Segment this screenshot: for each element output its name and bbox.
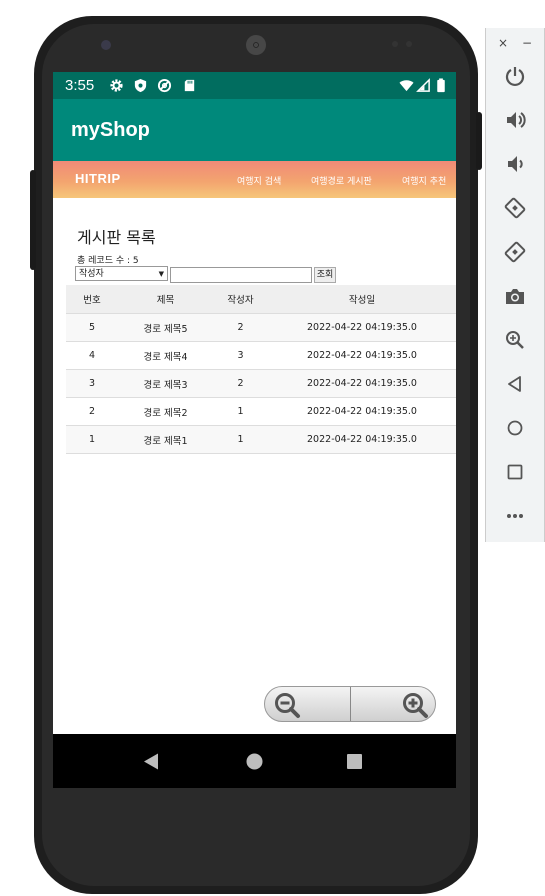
- rotate-right-icon[interactable]: [504, 241, 526, 263]
- settings-icon: [110, 79, 123, 92]
- cell-date: 2022-04-22 04:19:35.0: [268, 369, 456, 398]
- table-row[interactable]: 5 경로 제목5 2 2022-04-22 04:19:35.0: [66, 313, 456, 342]
- zoom-icon[interactable]: [504, 329, 526, 351]
- search-button[interactable]: 조회: [314, 267, 336, 283]
- column-header-number: 번호: [66, 285, 118, 314]
- proximity-sensor: [392, 41, 398, 47]
- cell-title[interactable]: 경로 제목3: [118, 369, 213, 398]
- cell-author: 3: [213, 341, 268, 370]
- nav-destination-search[interactable]: 여행지 검색: [237, 174, 281, 187]
- light-sensor: [406, 41, 412, 47]
- search-field-selected: 작성자: [79, 269, 104, 279]
- cell-number: 4: [66, 341, 118, 370]
- board-table: 번호 제목 작성자 작성일 5 경로 제목5 2 2022-04-22 04:1…: [66, 285, 456, 454]
- recents-icon[interactable]: [347, 754, 362, 769]
- cell-date: 2022-04-22 04:19:35.0: [268, 425, 456, 454]
- zoom-out-icon[interactable]: [273, 691, 301, 719]
- table-header-row: 번호 제목 작성자 작성일: [66, 285, 456, 314]
- zoom-in-icon[interactable]: [401, 691, 429, 719]
- android-nav-bar: [53, 734, 456, 788]
- shield-icon: [134, 78, 147, 93]
- cell-date: 2022-04-22 04:19:35.0: [268, 313, 456, 342]
- power-icon[interactable]: [504, 65, 526, 87]
- cell-date: 2022-04-22 04:19:35.0: [268, 341, 456, 370]
- camera-icon[interactable]: [504, 285, 526, 307]
- no-signal-icon: [157, 78, 172, 93]
- cell-author: 1: [213, 425, 268, 454]
- dropdown-arrow-icon: ▼: [158, 270, 164, 278]
- wifi-icon: [399, 80, 414, 92]
- cell-author: 2: [213, 313, 268, 342]
- cell-number: 3: [66, 369, 118, 398]
- nav-destination-recommend[interactable]: 여행지 추천: [402, 174, 446, 187]
- cell-title[interactable]: 경로 제목4: [118, 341, 213, 370]
- table-row[interactable]: 2 경로 제목2 1 2022-04-22 04:19:35.0: [66, 397, 456, 426]
- site-logo[interactable]: HITRIP: [75, 171, 121, 186]
- cell-title[interactable]: 경로 제목2: [118, 397, 213, 426]
- back-icon[interactable]: [504, 373, 526, 395]
- table-row[interactable]: 1 경로 제목1 1 2022-04-22 04:19:35.0: [66, 425, 456, 454]
- app-title: myShop: [71, 119, 150, 141]
- app-bar: myShop: [53, 99, 456, 161]
- cell-number: 2: [66, 397, 118, 426]
- page-title: 게시판 목록: [77, 228, 156, 247]
- home-icon[interactable]: [246, 753, 263, 770]
- phone-side-button-right: [476, 112, 482, 170]
- home-icon[interactable]: [504, 417, 526, 439]
- column-header-author: 작성자: [213, 285, 268, 314]
- cell-number: 5: [66, 313, 118, 342]
- cell-title[interactable]: 경로 제목1: [118, 425, 213, 454]
- cell-signal-icon: [416, 78, 430, 92]
- earpiece-speaker: [246, 35, 266, 55]
- cell-date: 2022-04-22 04:19:35.0: [268, 397, 456, 426]
- rotate-left-icon[interactable]: [504, 197, 526, 219]
- overview-icon[interactable]: [504, 461, 526, 483]
- search-input[interactable]: [170, 267, 312, 283]
- column-header-title: 제목: [118, 285, 213, 314]
- back-icon[interactable]: [143, 753, 159, 770]
- front-camera: [101, 40, 111, 50]
- cell-author: 2: [213, 369, 268, 398]
- phone-side-button-left: [30, 170, 36, 270]
- record-count: 총 레코드 수 : 5: [77, 256, 139, 266]
- nav-route-board[interactable]: 여행경로 게시판: [311, 174, 372, 187]
- search-field-select[interactable]: 작성자 ▼: [75, 266, 168, 281]
- status-bar: 3:55: [53, 72, 456, 99]
- cell-number: 1: [66, 425, 118, 454]
- device-screen: 3:55 myShop HITRIP 여행지 검색 여행경로 게시판 여행지 추…: [53, 72, 456, 734]
- zoom-divider: [350, 687, 351, 721]
- cell-title[interactable]: 경로 제목5: [118, 313, 213, 342]
- table-row[interactable]: 4 경로 제목4 3 2022-04-22 04:19:35.0: [66, 341, 456, 370]
- column-header-date: 작성일: [268, 285, 456, 314]
- more-icon[interactable]: [504, 505, 526, 527]
- webview-zoom-controls: [264, 686, 436, 722]
- minimize-icon[interactable]: −: [522, 36, 532, 50]
- table-row[interactable]: 3 경로 제목3 2 2022-04-22 04:19:35.0: [66, 369, 456, 398]
- battery-icon: [437, 78, 445, 93]
- site-header-banner: HITRIP 여행지 검색 여행경로 게시판 여행지 추천: [53, 161, 456, 198]
- volume-down-icon[interactable]: [504, 153, 526, 175]
- close-icon[interactable]: ×: [498, 36, 508, 50]
- cell-author: 1: [213, 397, 268, 426]
- status-time: 3:55: [65, 77, 95, 94]
- volume-up-icon[interactable]: [504, 109, 526, 131]
- emulator-toolbar: × −: [485, 28, 545, 542]
- sd-card-icon: [184, 79, 195, 92]
